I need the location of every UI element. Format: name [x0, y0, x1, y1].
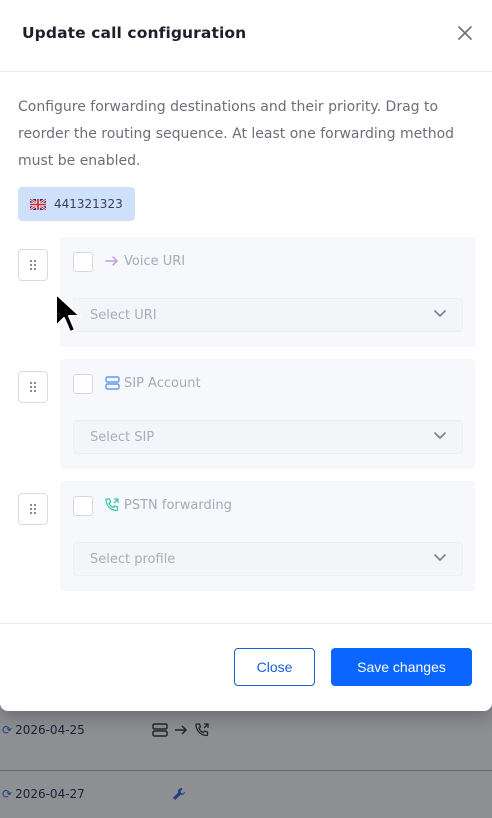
chevron-down-icon	[434, 432, 446, 440]
pstn-forwarding-checkbox[interactable]	[73, 496, 93, 516]
drag-dots-icon	[30, 382, 36, 392]
chevron-down-icon	[434, 310, 446, 318]
voice-uri-select[interactable]: Select URI	[73, 298, 463, 332]
drag-dots-icon	[30, 260, 36, 270]
modal-title: Update call configuration	[22, 24, 247, 42]
sip-account-label: SIP Account	[104, 375, 201, 391]
drag-handle-voice-uri[interactable]	[18, 249, 48, 281]
method-card-sip-account: SIP Account Select SIP	[60, 359, 475, 469]
close-button[interactable]: Close	[234, 648, 315, 686]
method-card-voice-uri: Voice URI Select URI	[60, 237, 475, 347]
pstn-forwarding-label: PSTN forwarding	[104, 497, 232, 513]
save-changes-button[interactable]: Save changes	[331, 648, 472, 686]
server-icon	[104, 375, 120, 391]
uk-flag-icon	[29, 197, 47, 211]
phone-number: 441321323	[54, 197, 123, 211]
footer-divider	[0, 623, 492, 624]
voice-uri-checkbox[interactable]	[73, 252, 93, 272]
drag-handle-pstn-forwarding[interactable]	[18, 493, 48, 525]
pstn-profile-select[interactable]: Select profile	[73, 542, 463, 576]
modal-description: Configure forwarding destinations and th…	[18, 99, 455, 169]
phone-forward-icon	[104, 497, 120, 513]
chevron-down-icon	[434, 554, 446, 562]
voice-uri-label: Voice URI	[104, 253, 185, 269]
phone-number-chip: 441321323	[18, 187, 135, 221]
drag-dots-icon	[30, 504, 36, 514]
sip-account-select[interactable]: Select SIP	[73, 420, 463, 454]
sip-account-checkbox[interactable]	[73, 374, 93, 394]
arrow-right-icon	[104, 253, 120, 269]
method-card-pstn-forwarding: PSTN forwarding Select profile	[60, 481, 475, 591]
modal-header: Update call configuration	[0, 0, 492, 72]
mouse-cursor-icon	[55, 293, 81, 333]
update-call-config-modal: Update call configuration Configure forw…	[0, 0, 492, 711]
close-icon[interactable]	[455, 23, 475, 43]
drag-handle-sip-account[interactable]	[18, 371, 48, 403]
